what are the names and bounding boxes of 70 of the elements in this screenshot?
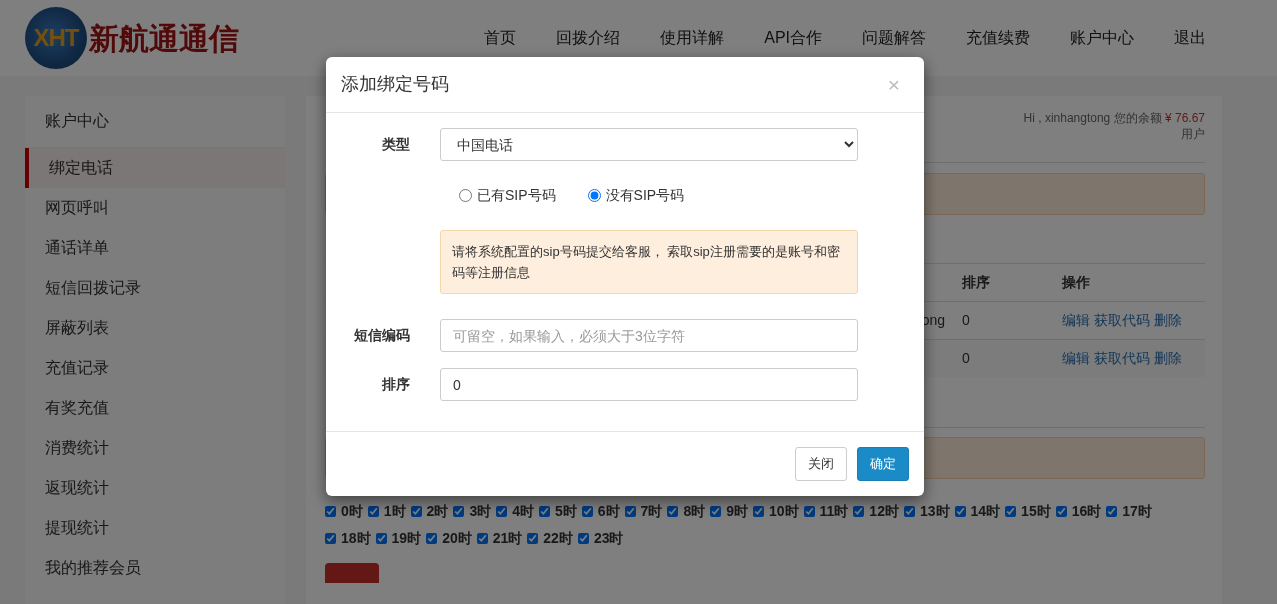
action-link[interactable]: 获取代码	[1093, 312, 1150, 328]
radio-label: 已有SIP号码	[477, 186, 556, 205]
hour-label: 13时	[919, 502, 950, 521]
hour-label: 16时	[1071, 502, 1102, 521]
hour-label: 19时	[391, 529, 422, 548]
table-cell: 0	[962, 312, 970, 328]
hour-label: 0时	[341, 502, 363, 521]
sidebar-item[interactable]: 屏蔽列表	[25, 308, 285, 348]
action-link[interactable]: 删除	[1153, 350, 1182, 366]
hour-label: 2时	[426, 502, 449, 521]
hour-label: 17时	[1122, 502, 1152, 521]
action-link[interactable]: 编辑	[1062, 312, 1090, 328]
hour-label: 21时	[492, 529, 523, 548]
sidebar-item[interactable]: 网页呼叫	[25, 188, 285, 228]
hour-label: 22时	[543, 529, 573, 548]
nav-link[interactable]: API合作	[744, 26, 842, 50]
hour-label: 7时	[640, 502, 663, 521]
hour-label: 14时	[970, 502, 1001, 521]
nav-link[interactable]: 使用详解	[640, 26, 745, 50]
hour-label: 6时	[597, 502, 620, 521]
sidebar-item[interactable]: 返现统计	[25, 468, 285, 508]
hour-label: 11时	[819, 502, 849, 521]
hour-label: 18时	[341, 529, 371, 548]
logo-text: 新航通通信	[89, 20, 239, 57]
type-select[interactable]: 中国电话	[440, 128, 858, 161]
hour-label: 20时	[442, 529, 472, 548]
user-type: 用户	[1181, 127, 1205, 141]
greeting-text: Hi , xinhangtong 您的余额	[1023, 111, 1162, 125]
dialog-title: 添加绑定号码	[341, 73, 449, 96]
action-link[interactable]: 获取代码	[1093, 350, 1150, 366]
field-label: 类型	[381, 135, 410, 154]
hour-label: 9时	[726, 502, 748, 521]
sidebar-item[interactable]: 通话详单	[25, 228, 285, 268]
field-label: 排序	[381, 375, 410, 394]
input-field[interactable]: 0	[440, 368, 858, 401]
field-label: 短信编码	[353, 326, 410, 345]
hour-label: 10时	[768, 502, 799, 521]
sidebar-item[interactable]: 短信回拨记录	[25, 268, 285, 308]
hour-label: 1时	[383, 502, 406, 521]
notice-text: 请将系统配置的sip号码提交给客服， 索取sip注册需要的是账号和密码等注册信息	[440, 230, 858, 294]
input-field[interactable]: 可留空，如果输入，必须大于3位字符	[440, 319, 858, 352]
table-cell: 0	[962, 350, 970, 366]
sidebar-item[interactable]: 提现统计	[25, 508, 285, 548]
logo-emblem: XHT	[25, 7, 87, 69]
radio-label: 没有SIP号码	[605, 186, 685, 205]
balance-amount: ¥ 76.67	[1164, 111, 1205, 125]
nav-link[interactable]: 问题解答	[842, 26, 946, 50]
nav-link[interactable]: 首页	[464, 26, 537, 50]
close-button[interactable]: 关闭	[795, 447, 847, 481]
hour-label: 5时	[555, 502, 577, 521]
nav-link[interactable]: 退出	[1154, 26, 1226, 50]
column-header: 操作	[1062, 274, 1090, 290]
confirm-button[interactable]: 确定	[857, 447, 909, 481]
hour-label: 3时	[469, 502, 492, 521]
sidebar-item[interactable]: 绑定电话	[25, 148, 285, 188]
hour-label: 12时	[869, 502, 899, 521]
nav-link[interactable]: 回拨介绍	[536, 26, 641, 50]
sidebar-item[interactable]: 有奖充值	[25, 388, 285, 428]
sidebar-item[interactable]: 消费统计	[25, 428, 285, 468]
action-link[interactable]: 删除	[1153, 312, 1182, 328]
sidebar-item[interactable]: 我的推荐会员	[25, 548, 285, 588]
hour-label: 23时	[593, 529, 624, 548]
hour-label: 15时	[1021, 502, 1051, 521]
hour-label: 8时	[683, 502, 706, 521]
hour-label: 4时	[512, 502, 534, 521]
nav-link[interactable]: 账户中心	[1050, 26, 1154, 50]
action-link[interactable]: 编辑	[1062, 350, 1090, 366]
column-header: 排序	[962, 274, 990, 290]
nav-link[interactable]: 充值续费	[946, 26, 1050, 50]
sidebar-item[interactable]: 充值记录	[25, 348, 285, 388]
